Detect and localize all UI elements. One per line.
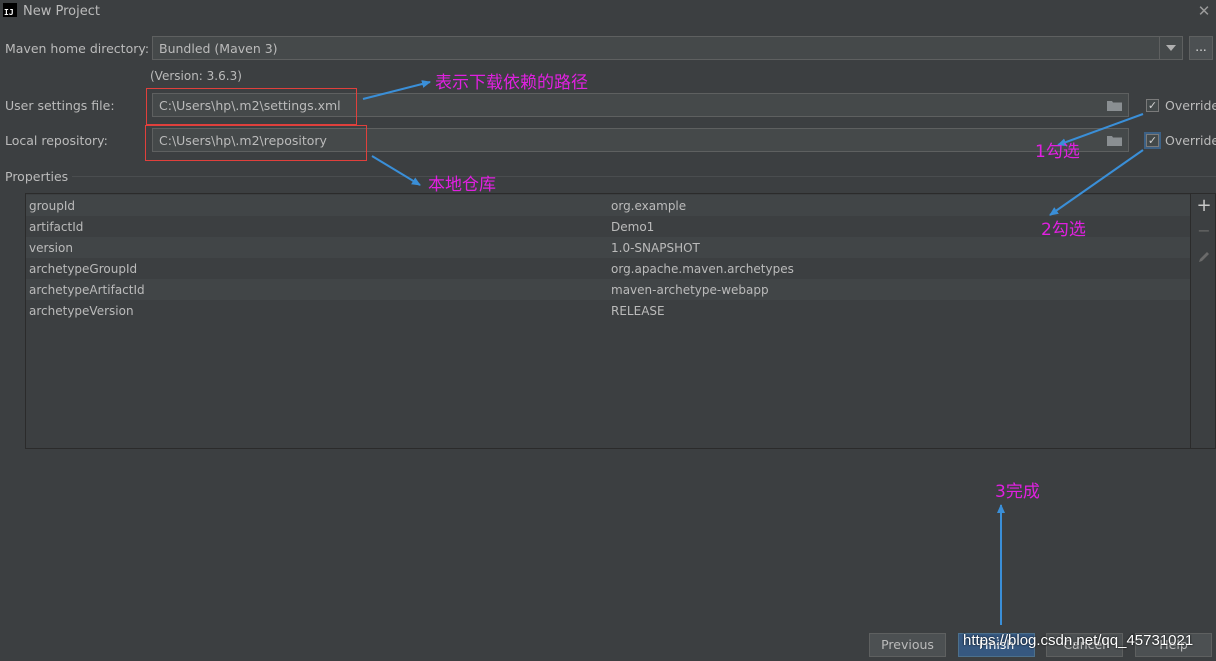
table-row[interactable]: archetypeArtifactId maven-archetype-webap…	[26, 279, 1190, 300]
local-repository-override-checkbox[interactable]: ✓	[1144, 132, 1161, 149]
table-row[interactable]: version 1.0-SNAPSHOT	[26, 237, 1190, 258]
properties-header: Properties	[5, 169, 69, 184]
local-repository-override-label: Override	[1165, 133, 1216, 148]
window-title: New Project	[23, 4, 100, 19]
user-settings-override-label: Override	[1165, 98, 1216, 113]
annotation-finish: 3完成	[995, 482, 1040, 502]
intellij-app-icon: IJ	[3, 3, 17, 17]
folder-icon[interactable]	[1107, 135, 1122, 146]
table-row[interactable]: groupId org.example	[26, 195, 1190, 216]
maven-home-combobox[interactable]: Bundled (Maven 3)	[152, 36, 1183, 60]
maven-version-note: (Version: 3.6.3)	[150, 69, 242, 83]
folder-icon[interactable]	[1107, 100, 1122, 111]
previous-button[interactable]: Previous	[869, 633, 946, 657]
maven-home-label: Maven home directory:	[5, 41, 150, 56]
minus-icon[interactable]: −	[1191, 221, 1216, 240]
properties-table[interactable]: groupId org.example artifactId Demo1 versi…	[25, 193, 1216, 449]
maven-home-value: Bundled (Maven 3)	[159, 41, 278, 56]
settings-highlight-box	[146, 88, 357, 125]
local-repository-label: Local repository:	[5, 133, 108, 148]
pencil-icon[interactable]	[1198, 251, 1210, 263]
annotation-settings-path: 表示下载依赖的路径	[435, 73, 588, 93]
repository-highlight-box	[145, 125, 367, 161]
annotation-check2: 2勾选	[1041, 220, 1086, 240]
properties-divider	[72, 176, 1216, 177]
browse-maven-home-button[interactable]: ...	[1189, 36, 1213, 60]
watermark: https://blog.csdn.net/qq_45731021	[963, 632, 1194, 649]
arrow-local-repo-note	[371, 155, 421, 186]
plus-icon[interactable]: +	[1191, 195, 1216, 216]
annotation-local-repo: 本地仓库	[428, 175, 496, 195]
user-settings-override-checkbox[interactable]: ✓	[1146, 99, 1159, 112]
table-row[interactable]: archetypeVersion RELEASE	[26, 300, 1190, 321]
close-icon[interactable]: ✕	[1196, 3, 1212, 19]
annotation-check1: 1勾选	[1035, 142, 1080, 162]
chevron-down-icon[interactable]	[1159, 37, 1182, 59]
table-row[interactable]: archetypeGroupId org.apache.maven.archety…	[26, 258, 1190, 279]
title-bar	[0, 0, 1216, 24]
user-settings-label: User settings file:	[5, 98, 115, 113]
table-row[interactable]: artifactId Demo1	[26, 216, 1190, 237]
properties-toolbar: + −	[1190, 193, 1216, 449]
